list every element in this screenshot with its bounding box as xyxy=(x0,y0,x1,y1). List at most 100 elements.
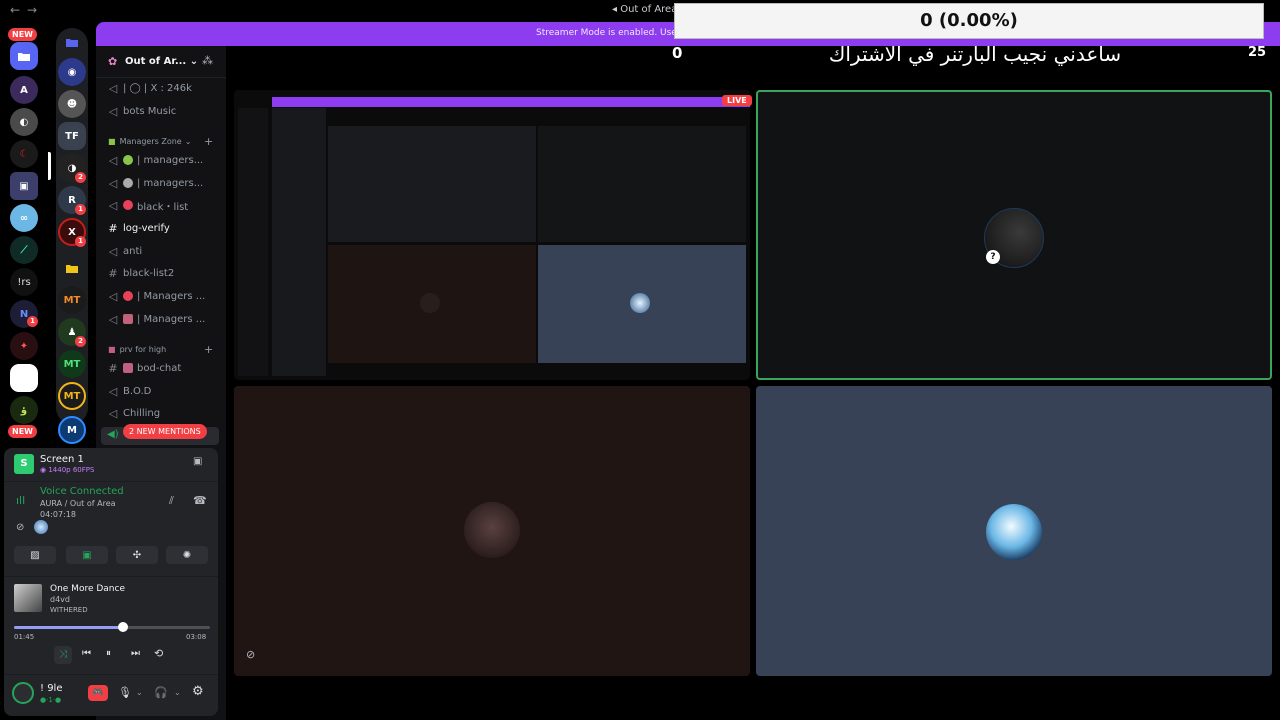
channel-item[interactable]: ◁ | Managers ... xyxy=(106,309,224,329)
channel-item[interactable]: # log-verify xyxy=(106,218,224,238)
server-icon-blue[interactable]: ∞ xyxy=(10,204,38,232)
server-icon-mt-orange[interactable]: MT xyxy=(58,286,86,314)
server-icon-mt-gold[interactable]: MT xyxy=(58,382,86,410)
track-title[interactable]: One More Dance xyxy=(50,584,125,594)
screen-share-tile[interactable] xyxy=(234,90,750,380)
server-icon-mt-green[interactable]: MT xyxy=(58,350,86,378)
server-icon-avatar[interactable]: ◐ xyxy=(10,108,38,136)
server-flower-icon: ✿ xyxy=(108,55,118,68)
counter-right-number: 25 xyxy=(1248,45,1267,60)
category-private[interactable]: ■ prv for high + xyxy=(108,343,213,356)
voice-channel-icon: ◁ xyxy=(108,289,118,303)
disconnect-icon[interactable]: ☎ xyxy=(193,494,207,507)
screen-share-button[interactable]: ▣ xyxy=(66,546,108,564)
track-artist[interactable]: d4vd xyxy=(50,595,70,604)
user-avatar xyxy=(464,502,520,558)
channel-item[interactable]: # bod-chat xyxy=(106,358,224,378)
user-tile-speaking[interactable]: ? xyxy=(756,90,1272,380)
voice-channel-icon: ◁ xyxy=(108,104,118,118)
headphones-icon[interactable]: 🎧 xyxy=(154,686,168,699)
add-channel-icon[interactable]: + xyxy=(204,135,213,148)
back-arrow-icon[interactable]: ← xyxy=(10,3,20,17)
next-track-icon[interactable]: ⏭ xyxy=(131,648,140,659)
channel-emoji-icon xyxy=(123,291,133,301)
server-icon-green[interactable]: ⟋ xyxy=(10,236,38,264)
nested-stream-tile xyxy=(538,126,746,242)
voice-status[interactable]: Voice Connected xyxy=(40,486,124,497)
server-icon-moon[interactable]: ☾ xyxy=(10,140,38,168)
shuffle-icon[interactable]: ⤨ xyxy=(54,646,72,664)
user-tile[interactable]: ⊘ xyxy=(234,386,750,676)
channel-item[interactable]: ◁ | Managers ... xyxy=(106,286,224,306)
invite-icon[interactable]: ⁂ xyxy=(202,54,213,67)
game-activity-icon[interactable]: 🎮 xyxy=(88,685,108,701)
album-art[interactable] xyxy=(14,584,42,612)
channel-emoji-icon xyxy=(123,155,133,165)
divider xyxy=(4,674,218,675)
counter-left-number: 0 xyxy=(672,44,683,62)
channel-label: | Managers ... xyxy=(137,313,206,325)
new-mentions-pill[interactable]: 2 NEW MENTIONS xyxy=(123,424,207,439)
microphone-icon[interactable]: 🎙 xyxy=(118,686,132,699)
add-channel-icon[interactable]: + xyxy=(204,343,213,356)
camera-off-button[interactable]: ▨ xyxy=(14,546,56,564)
user-tile[interactable] xyxy=(756,386,1272,676)
channel-item[interactable]: ◁ | ◯ | X : 246k xyxy=(106,78,224,98)
repeat-icon[interactable]: ⟲ xyxy=(154,647,163,660)
noise-suppression-icon[interactable]: ⫽ xyxy=(169,494,174,508)
channel-item[interactable]: ◁ | managers... xyxy=(106,173,224,193)
channel-label: | Managers ... xyxy=(137,290,206,302)
channel-item[interactable]: ◁ | managers... xyxy=(106,150,224,170)
user-name[interactable]: ! 9le xyxy=(40,683,62,694)
server-icon-anime[interactable]: ☻ xyxy=(58,90,86,118)
category-managers[interactable]: ■ Managers Zone ⌄ + xyxy=(108,135,213,148)
server-icon-cards[interactable]: ▣ xyxy=(10,172,38,200)
mute-video-icon: ⊘ xyxy=(16,522,25,533)
nested-stream-tile xyxy=(328,126,536,242)
server-icon-red[interactable]: ✦ xyxy=(10,332,38,360)
user-avatar[interactable] xyxy=(12,682,34,704)
home-icon[interactable] xyxy=(10,42,38,70)
unknown-status-icon: ? xyxy=(986,250,1000,264)
channel-item[interactable]: ◁ bots Music xyxy=(106,101,224,121)
server-icon-a[interactable]: A xyxy=(10,76,38,104)
nested-rail xyxy=(238,108,268,376)
server-icon-white[interactable] xyxy=(10,364,38,392)
channel-emoji-icon xyxy=(123,314,133,324)
signal-icon: ıll xyxy=(16,494,26,507)
channel-label: | managers... xyxy=(137,177,204,189)
channel-label: B.O.D xyxy=(123,385,152,397)
mic-options-chevron-icon[interactable]: ⌄ xyxy=(136,688,143,697)
soundboard-button[interactable]: ✺ xyxy=(166,546,208,564)
screen-share-icon: S xyxy=(14,454,34,474)
server-icon-tf[interactable]: TF xyxy=(58,122,86,150)
server-icon-blue-logo[interactable]: ◉ xyxy=(58,58,86,86)
track-progress-knob[interactable] xyxy=(118,622,129,632)
settings-gear-icon[interactable]: ⚙ xyxy=(192,684,204,699)
channel-emoji-icon xyxy=(123,200,133,210)
channel-item[interactable]: ◁ anti xyxy=(106,241,224,261)
channel-item[interactable]: ◁ B.O.D xyxy=(106,381,224,401)
track-progress[interactable] xyxy=(14,622,210,632)
channel-item[interactable]: # black-list2 xyxy=(106,263,224,283)
participant-avatar[interactable] xyxy=(34,520,48,534)
stop-stream-icon[interactable]: ▣ xyxy=(193,456,202,467)
voice-location[interactable]: AURA / Out of Area xyxy=(40,499,116,508)
folder-icon[interactable] xyxy=(58,254,86,282)
server-icon-m[interactable]: M xyxy=(58,416,86,444)
server-header[interactable]: ✿ Out of Ar... ⌄ ⁂ xyxy=(96,46,226,78)
server-icon-rs[interactable]: !rs xyxy=(10,268,38,296)
pause-icon[interactable]: ⏸ xyxy=(106,648,111,659)
forward-arrow-icon[interactable]: → xyxy=(27,3,37,17)
audio-options-chevron-icon[interactable]: ⌄ xyxy=(174,688,181,697)
activities-button[interactable]: ✣ xyxy=(116,546,158,564)
folder-icon[interactable] xyxy=(58,28,86,56)
channel-item[interactable]: ◁ Chilling xyxy=(106,403,224,423)
category-emoji-icon: ■ xyxy=(108,345,116,354)
server-icon-text[interactable]: ؤ xyxy=(10,396,38,424)
new-badge: NEW xyxy=(8,425,37,438)
window-title: ◂ Out of Area xyxy=(612,4,678,15)
channel-item[interactable]: ◁ black・list xyxy=(106,195,224,215)
previous-track-icon[interactable]: ⏮ xyxy=(82,648,91,659)
divider xyxy=(4,481,218,482)
